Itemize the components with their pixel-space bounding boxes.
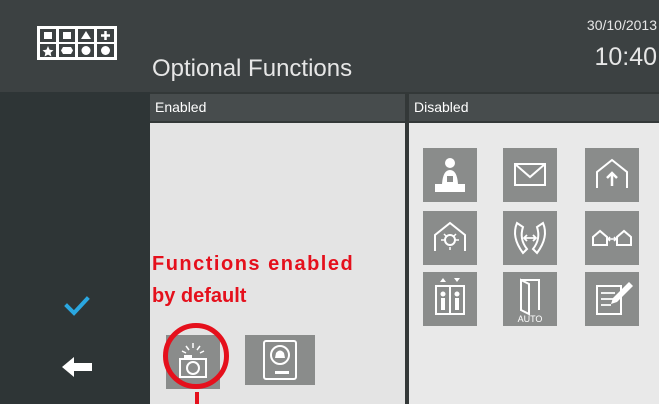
message-function[interactable] bbox=[503, 148, 557, 202]
annotation-text: Functions enabled by default bbox=[152, 248, 354, 312]
disabled-panel-header: Disabled bbox=[409, 94, 659, 121]
annotation-line-2: by default bbox=[152, 285, 247, 307]
auto-label: AUTO bbox=[518, 314, 543, 324]
back-arrow-icon[interactable] bbox=[62, 356, 94, 378]
envelope-icon bbox=[514, 163, 546, 186]
annotation-pointer bbox=[195, 392, 199, 404]
page-title: Optional Functions bbox=[152, 55, 353, 82]
lift-function[interactable] bbox=[423, 272, 477, 326]
enabled-panel-header: Enabled bbox=[150, 94, 405, 121]
auto-door-function[interactable]: AUTO bbox=[503, 272, 557, 326]
clock-display: 10:40 bbox=[594, 43, 657, 71]
house-link-icon bbox=[592, 229, 632, 246]
doorbell-function[interactable] bbox=[245, 335, 315, 385]
concierge-function[interactable] bbox=[423, 148, 477, 202]
highlight-circle bbox=[163, 323, 229, 389]
top-bar: Optional Functions 30/10/2013 10:40 bbox=[0, 0, 659, 92]
date-display: 30/10/2013 bbox=[586, 17, 657, 33]
intercom-screen: Optional Functions 30/10/2013 10:40 Enab… bbox=[0, 0, 659, 404]
annotation-line-1: Functions enabled bbox=[152, 253, 355, 275]
call-transfer-function[interactable] bbox=[503, 211, 557, 265]
auto-door-icon: AUTO bbox=[518, 278, 543, 324]
house-light-function[interactable] bbox=[585, 148, 639, 202]
elevator-icon bbox=[435, 278, 465, 315]
doorbell-icon bbox=[263, 340, 297, 380]
house-link-function[interactable] bbox=[585, 211, 639, 265]
notes-function[interactable] bbox=[585, 272, 639, 326]
alarm-house-function[interactable] bbox=[423, 211, 477, 265]
house-light-icon bbox=[596, 158, 628, 188]
concierge-icon bbox=[435, 158, 465, 192]
notepad-icon bbox=[596, 282, 633, 315]
checkmark-icon[interactable] bbox=[64, 295, 90, 317]
call-transfer-icon bbox=[514, 221, 546, 255]
house-alarm-icon bbox=[434, 221, 466, 251]
intercom-buttons-logo-icon bbox=[37, 26, 117, 60]
